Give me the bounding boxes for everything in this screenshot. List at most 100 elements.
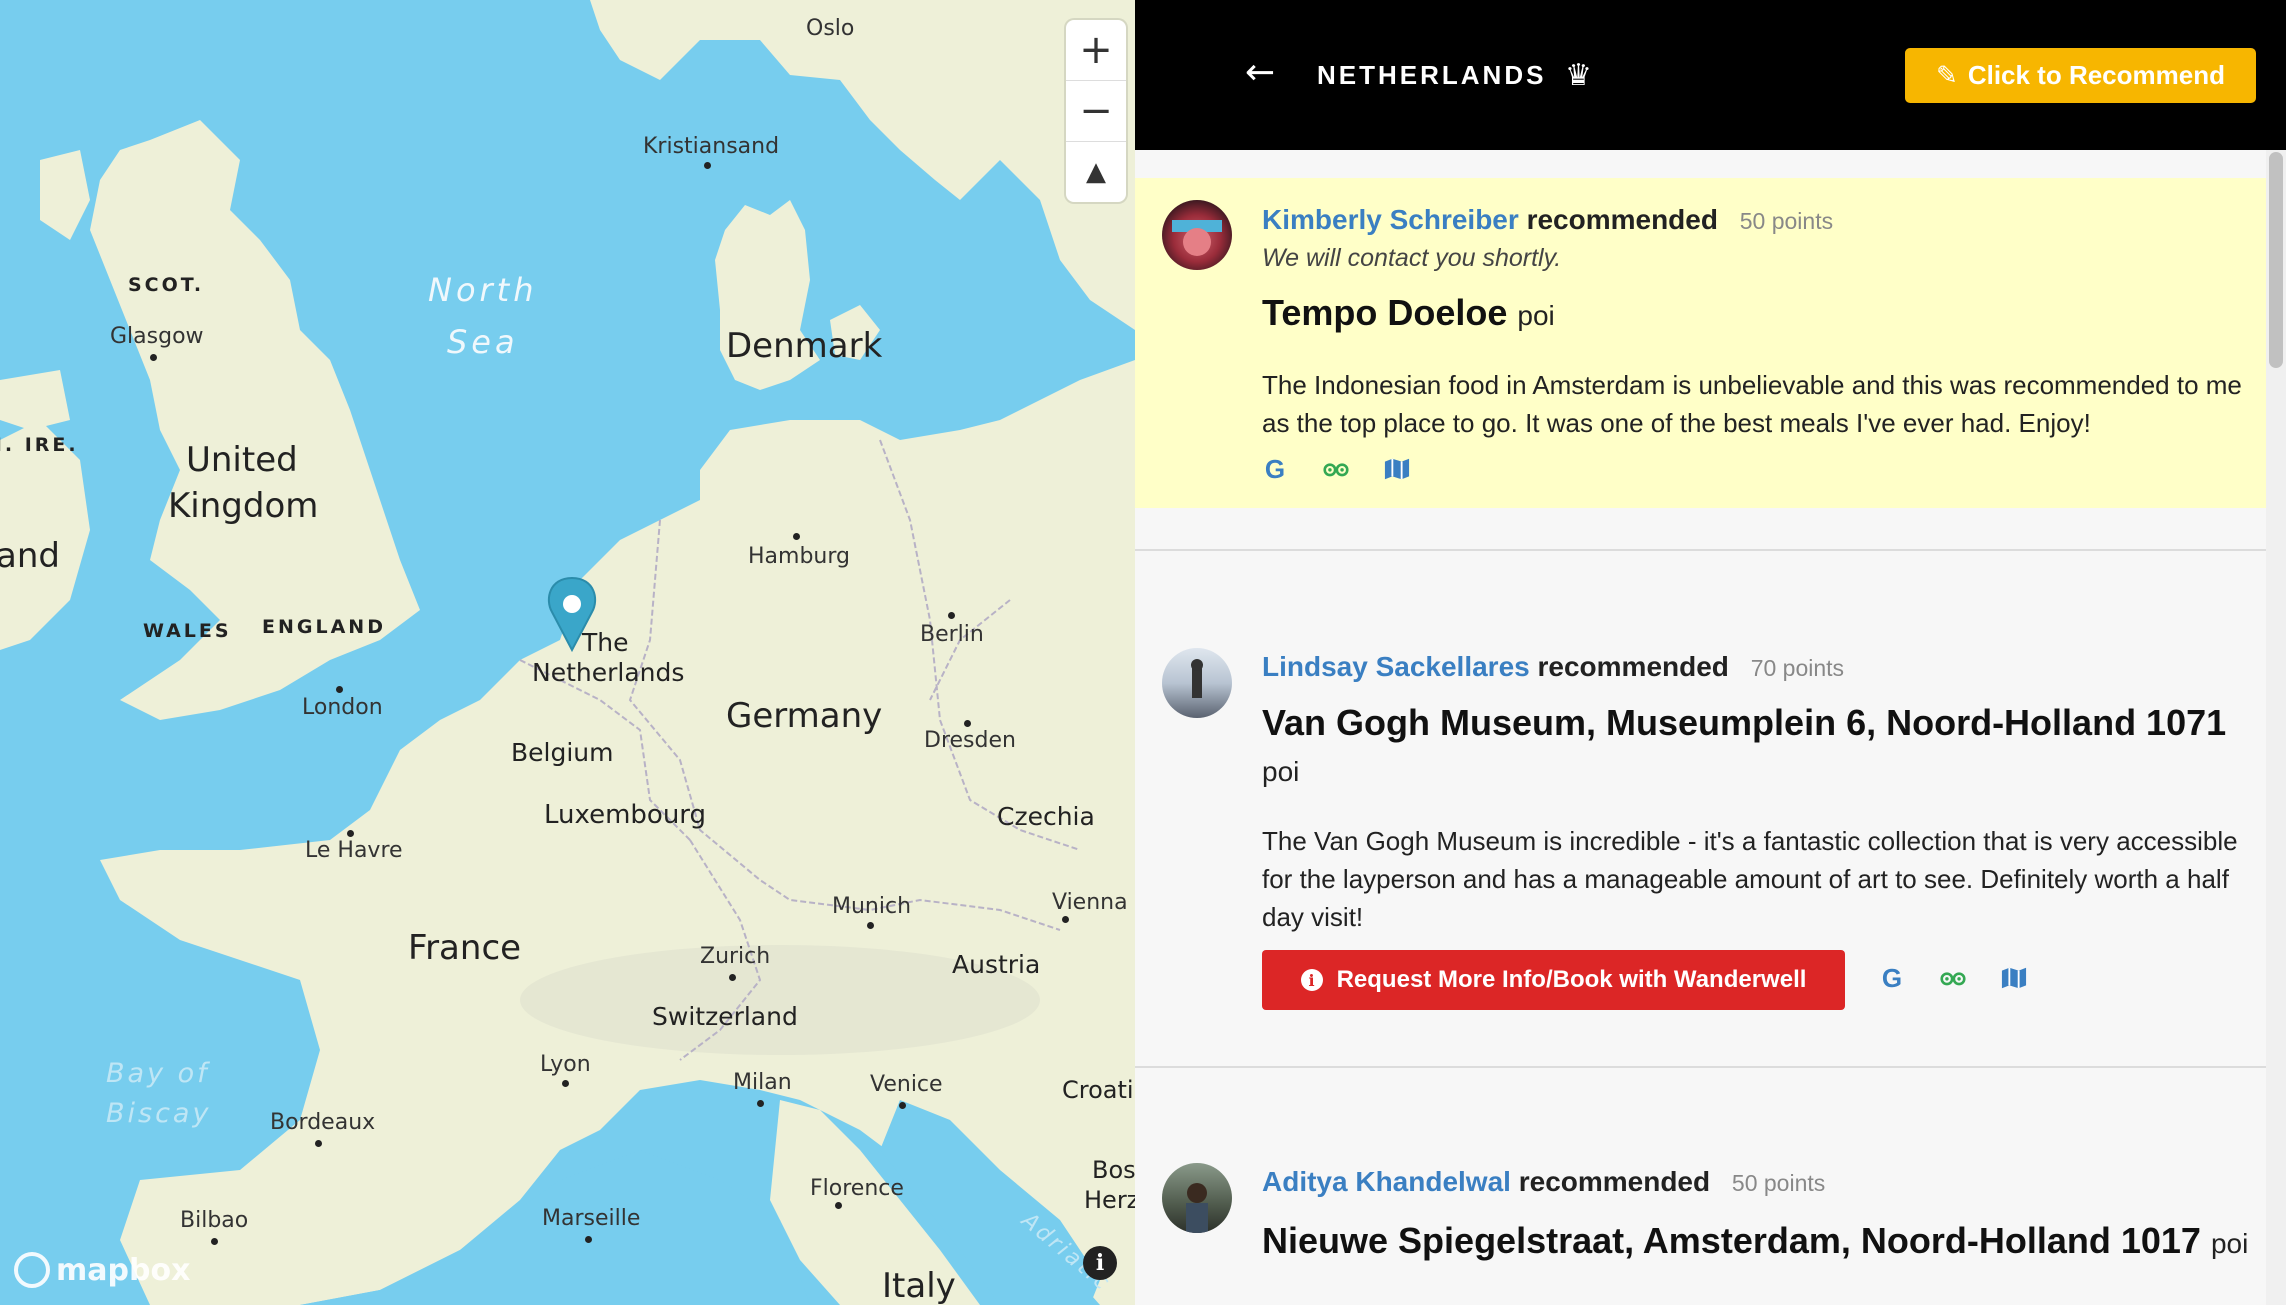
map-icon[interactable] [2001,965,2027,991]
label-bilbao: Bilbao [180,1208,249,1233]
label-bosnia-partial: Bos [1092,1156,1135,1184]
crown-icon[interactable]: ♛ [1565,58,1592,93]
label-netherlands: Netherlands [532,658,685,687]
avatar-image [1191,659,1203,698]
label-bordeaux: Bordeaux [270,1110,376,1135]
city-dot [964,720,971,727]
avatar[interactable] [1162,648,1232,718]
divider [1135,549,2266,551]
avatar-image [1186,1183,1208,1233]
map[interactable]: Oslo Kristiansand SCOT. Glasgow North Sea… [0,0,1135,1305]
label-luxembourg: Luxembourg [544,800,707,830]
link-icons: G [1262,454,1410,484]
label-scot: SCOT. [128,274,205,296]
divider [1135,1066,2266,1068]
place-title: Tempo Doeloe poi [1262,292,1555,334]
recommended-label: recommended [1537,651,1729,682]
label-bay-of-biscay: Bay of Biscay [106,1058,212,1129]
back-arrow-icon[interactable]: ← [1245,52,1275,93]
label-austria: Austria [952,950,1041,979]
city-dot [729,974,736,981]
label-vienna: Vienna [1052,890,1128,915]
compass-button[interactable]: ▲ [1066,142,1126,202]
user-name-link[interactable]: Aditya Khandelwal [1262,1166,1511,1197]
avatar[interactable] [1162,200,1232,270]
city-dot [347,830,354,837]
recommendation-description: The Indonesian food in Amsterdam is unbe… [1262,370,2242,438]
label-berlin: Berlin [920,622,984,647]
label-venice: Venice [870,1072,943,1097]
place-type: poi [1517,300,1555,331]
mapbox-logo[interactable]: mapbox [14,1252,190,1288]
label-czechia: Czechia [997,802,1095,831]
city-dot [948,612,955,619]
recommendation-description: The Van Gogh Museum is incredible - it's… [1262,826,2238,932]
place-name: Nieuwe Spiegelstraat, Amsterdam, Noord-H… [1262,1220,2201,1261]
status-message: We will contact you shortly. [1262,244,1562,272]
recommend-button-label: Click to Recommend [1967,60,2225,90]
label-wales: WALES [143,620,232,642]
label-belgium: Belgium [511,738,614,767]
place-title: Nieuwe Spiegelstraat, Amsterdam, Noord-H… [1262,1220,2248,1262]
label-germany: Germany [726,696,883,736]
zoom-out-button[interactable]: − [1066,81,1126,142]
label-marseille: Marseille [542,1206,641,1231]
city-dot [793,533,800,540]
label-lyon: Lyon [540,1052,591,1077]
points-badge: 70 points [1750,655,1845,681]
recommended-label: recommended [1518,1166,1711,1197]
tripadvisor-icon[interactable] [1940,965,1966,991]
map-icon[interactable] [1384,456,1410,482]
info-icon: i [1300,969,1323,991]
label-dresden: Dresden [924,728,1016,753]
city-dot [211,1238,218,1245]
city-dot [867,922,874,929]
recommend-button[interactable]: ✎ Click to Recommend [1905,48,2256,103]
mapbox-logo-text: mapbox [56,1252,191,1288]
request-info-button-label: Request More Info/Book with Wanderwell [1336,966,1807,993]
recommendation-card: Aditya Khandelwal recommended 50 points … [1135,1160,2266,1305]
label-italy: Italy [882,1266,956,1305]
user-name-link[interactable]: Kimberly Schreiber [1262,204,1519,235]
tripadvisor-icon[interactable] [1323,456,1349,482]
recommended-label: recommended [1526,204,1718,235]
edit-icon: ✎ [1936,60,1958,91]
zoom-in-button[interactable]: + [1066,20,1126,81]
owl-eyes-icon [1323,463,1349,477]
label-france: France [408,928,522,968]
label-the: The [582,628,629,657]
google-icon[interactable]: G [1262,454,1288,484]
label-le-havre: Le Havre [305,838,403,863]
place-type: poi [1262,756,1300,787]
label-switzerland: Switzerland [652,1002,798,1031]
attribution-info-button[interactable]: i [1083,1246,1117,1280]
label-herz-partial: Herz [1084,1186,1135,1214]
label-milan: Milan [733,1070,792,1095]
scrollbar-thumb[interactable] [2269,152,2283,368]
label-london: London [302,695,383,720]
city-dot [562,1080,569,1087]
place-name: Van Gogh Museum, Museumplein 6, Noord-Ho… [1262,702,2227,743]
points-badge: 50 points [1731,1170,1826,1196]
folded-map-icon [2001,967,2027,989]
city-dot [150,354,157,361]
link-icons: G [1879,963,2027,993]
avatar-image [1172,220,1222,256]
panel-header: ← NETHERLANDS ♛ ✎ Click to Recommend [1135,0,2286,150]
request-info-button[interactable]: i Request More Info/Book with Wanderwell [1262,950,1845,1010]
label-kristiansand: Kristiansand [643,134,780,159]
city-dot [704,162,711,169]
recommender-line: Lindsay Sackellares recommended 70 point… [1262,651,1844,683]
user-name-link[interactable]: Lindsay Sackellares [1262,651,1530,682]
map-controls: + − ▲ [1066,20,1126,202]
recommendation-card: Kimberly Schreiber recommended 50 points… [1135,178,2266,508]
label-munich: Munich [832,894,912,919]
city-dot [1062,916,1069,923]
mapbox-icon [14,1252,50,1288]
label-oslo: Oslo [806,16,855,41]
avatar[interactable] [1162,1163,1232,1233]
google-icon[interactable]: G [1879,963,1905,993]
page-title: NETHERLANDS [1317,60,1547,90]
label-croatia: Croatia [1062,1076,1135,1104]
points-badge: 50 points [1739,208,1834,234]
